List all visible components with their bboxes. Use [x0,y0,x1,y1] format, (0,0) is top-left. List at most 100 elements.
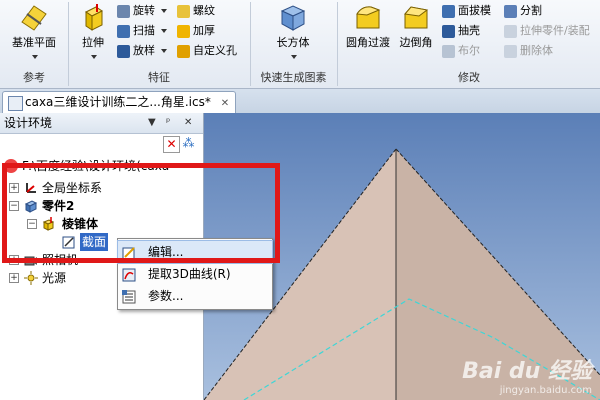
split-button[interactable]: 分割 [504,2,542,19]
custom-hole-button[interactable]: 自定义孔 [177,42,237,59]
fillet-button[interactable]: 圆角过渡 [342,2,394,50]
extrude-part-icon [504,24,517,38]
sketch-icon [62,235,76,249]
ribbon-group-quick: 长方体 快速生成图素 [251,0,336,88]
tree-item-part[interactable]: − 零件2 [0,197,200,215]
sweep-label: 扫描 [133,24,155,37]
expand-icon[interactable]: + [9,183,19,193]
datum-plane-button[interactable]: 基准平面 [4,2,64,63]
group-label-modify: 修改 [458,71,480,84]
watermark-url: jingyan.baidu.com [499,385,592,396]
cube-icon [278,2,308,32]
delete-body-icon [504,44,517,58]
document-icon [8,96,23,111]
boolean-icon [442,44,455,58]
panel-toolbar: ✕ ⁂ [0,134,203,154]
document-tab[interactable]: caxa三维设计训练二之...角星.ics* ✕ [2,91,237,113]
delete-body-button[interactable]: 删除体 [504,42,553,59]
chamfer-label: 边倒角 [399,36,433,49]
pin-icon[interactable]: ᵖ [166,113,170,133]
face-draft-label: 面拔模 [458,4,491,17]
camera-icon [24,253,38,267]
extrude-part-assembly-button[interactable]: 拉伸零件/装配 [504,22,590,39]
chevron-down-icon [160,29,167,33]
tree-filter-icon[interactable]: ⁂ [181,136,196,151]
datum-plane-icon [19,2,49,32]
panel-menu-icon[interactable]: ▼ [148,113,156,133]
revolve-icon [117,4,130,18]
watermark: Bai du 经验 jingyan.baidu.com [462,353,592,396]
tree-item-label: 棱锥体 [62,217,99,231]
fillet-icon [353,2,383,32]
box-primitive-button[interactable]: 长方体 [265,2,321,63]
parameters-icon [122,289,136,304]
tree-item-coords[interactable]: + 全局坐标系 [0,179,200,197]
extract-curve-icon [122,267,136,282]
document-tab-title: caxa三维设计训练二之...角星.ics* [25,95,211,109]
thicken-label: 加厚 [193,24,215,37]
collapse-icon[interactable]: − [9,201,19,211]
tree-root-label: F:\百度经验\设计环境(caxa [22,159,170,173]
edit-icon [122,245,136,260]
chevron-down-icon [160,9,167,13]
group-label-quick: 快速生成图素 [260,71,327,84]
menu-item-edit[interactable]: 编辑... [117,240,273,264]
chevron-down-icon [32,55,38,59]
split-icon [504,4,517,18]
light-icon [24,271,38,285]
face-draft-button[interactable]: 面拔模 [442,2,491,19]
tree-item-label: 全局坐标系 [42,181,103,195]
revolve-label: 旋转 [133,4,155,17]
menu-item-extract-3d-curve[interactable]: 提取3D曲线(R) [118,263,272,285]
tree-item-label-selected: 截面 [80,233,109,251]
tree-item-label: 照相机 [42,253,79,267]
tree-item-label: 零件2 [42,199,75,213]
ribbon-group-reference: 基准平面 参考 [0,0,68,88]
group-label-feature: 特征 [148,71,170,84]
face-draft-icon [442,4,455,18]
extrude-button[interactable]: 拉伸 [73,2,113,63]
tree-item-pyramid[interactable]: − 棱锥体 [0,215,200,233]
close-tab-icon[interactable]: ✕ [221,98,229,109]
expand-icon[interactable]: + [9,255,19,265]
design-root-icon [4,159,18,173]
tree-item-label: 光源 [42,271,67,285]
delete-icon[interactable]: ✕ [163,136,180,153]
custom-hole-label: 自定义孔 [193,44,237,57]
extrude-label: 拉伸 [82,36,104,49]
close-panel-icon[interactable]: ✕ [184,113,192,133]
loft-label: 放样 [133,44,155,57]
panel-header: 设计环境 ▼ ᵖ ✕ [0,113,203,134]
collapse-icon[interactable]: − [27,219,37,229]
chevron-down-icon [91,55,97,59]
part-icon [24,199,38,213]
ribbon: 基准平面 参考 拉伸 旋转 扫描 放样 螺纹 加厚 自定义孔 特征 长方体 快速… [0,0,600,89]
shell-label: 抽壳 [458,24,480,37]
thread-label: 螺纹 [193,4,215,17]
panel-title: 设计环境 [4,116,53,130]
chevron-down-icon [291,55,297,59]
thread-icon [177,4,190,18]
loft-icon [117,44,130,58]
boolean-label: 布尔 [458,44,480,57]
thread-button[interactable]: 螺纹 [177,2,215,19]
revolve-button[interactable]: 旋转 [117,2,167,19]
delete-body-label: 删除体 [520,44,553,57]
menu-item-label: 编辑... [148,245,184,259]
shell-icon [442,24,455,38]
split-label: 分割 [520,4,542,17]
shell-button[interactable]: 抽壳 [442,22,480,39]
group-label-reference: 参考 [23,71,45,84]
sweep-icon [117,24,130,38]
chevron-down-icon [160,49,167,53]
chamfer-button[interactable]: 边倒角 [396,2,436,50]
loft-button[interactable]: 放样 [117,42,167,59]
sweep-button[interactable]: 扫描 [117,22,167,39]
thicken-icon [177,24,190,38]
expand-icon[interactable]: + [9,273,19,283]
chamfer-icon [401,2,431,32]
boolean-button[interactable]: 布尔 [442,42,480,59]
ribbon-group-modify: 圆角过渡 边倒角 面拔模 抽壳 布尔 分割 拉伸零件/装配 删除体 修改 [338,0,600,88]
thicken-button[interactable]: 加厚 [177,22,215,39]
menu-item-parameters[interactable]: 参数... [118,285,272,307]
